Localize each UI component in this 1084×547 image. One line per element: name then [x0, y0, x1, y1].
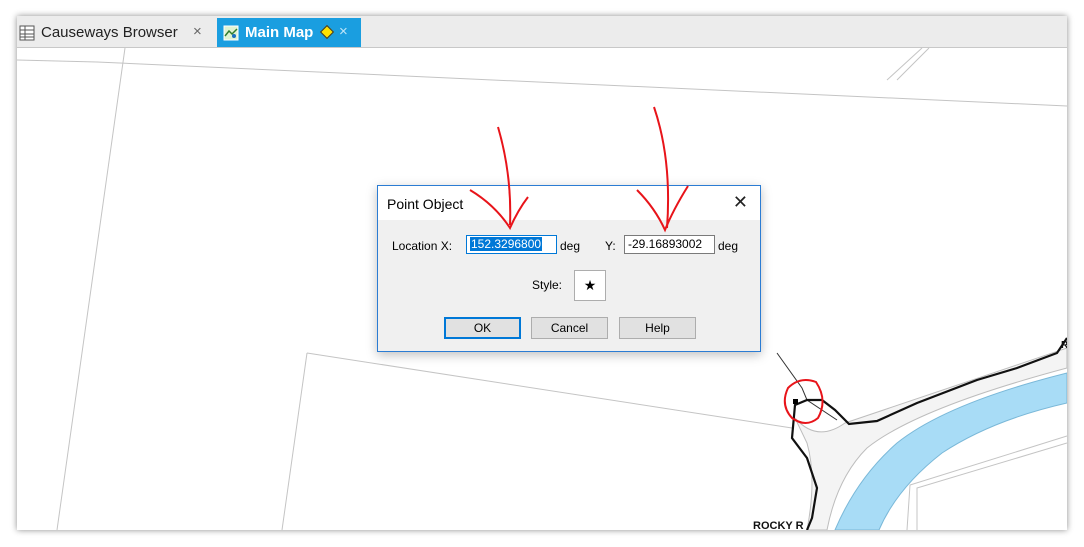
red-circle-annotation	[783, 379, 824, 424]
annotation-overlay	[469, 106, 824, 424]
red-arrow-annotation	[653, 106, 670, 229]
red-arrowhead-annotation	[469, 189, 529, 231]
red-arrowhead-annotation	[636, 185, 689, 233]
red-arrow-annotation	[497, 126, 512, 226]
